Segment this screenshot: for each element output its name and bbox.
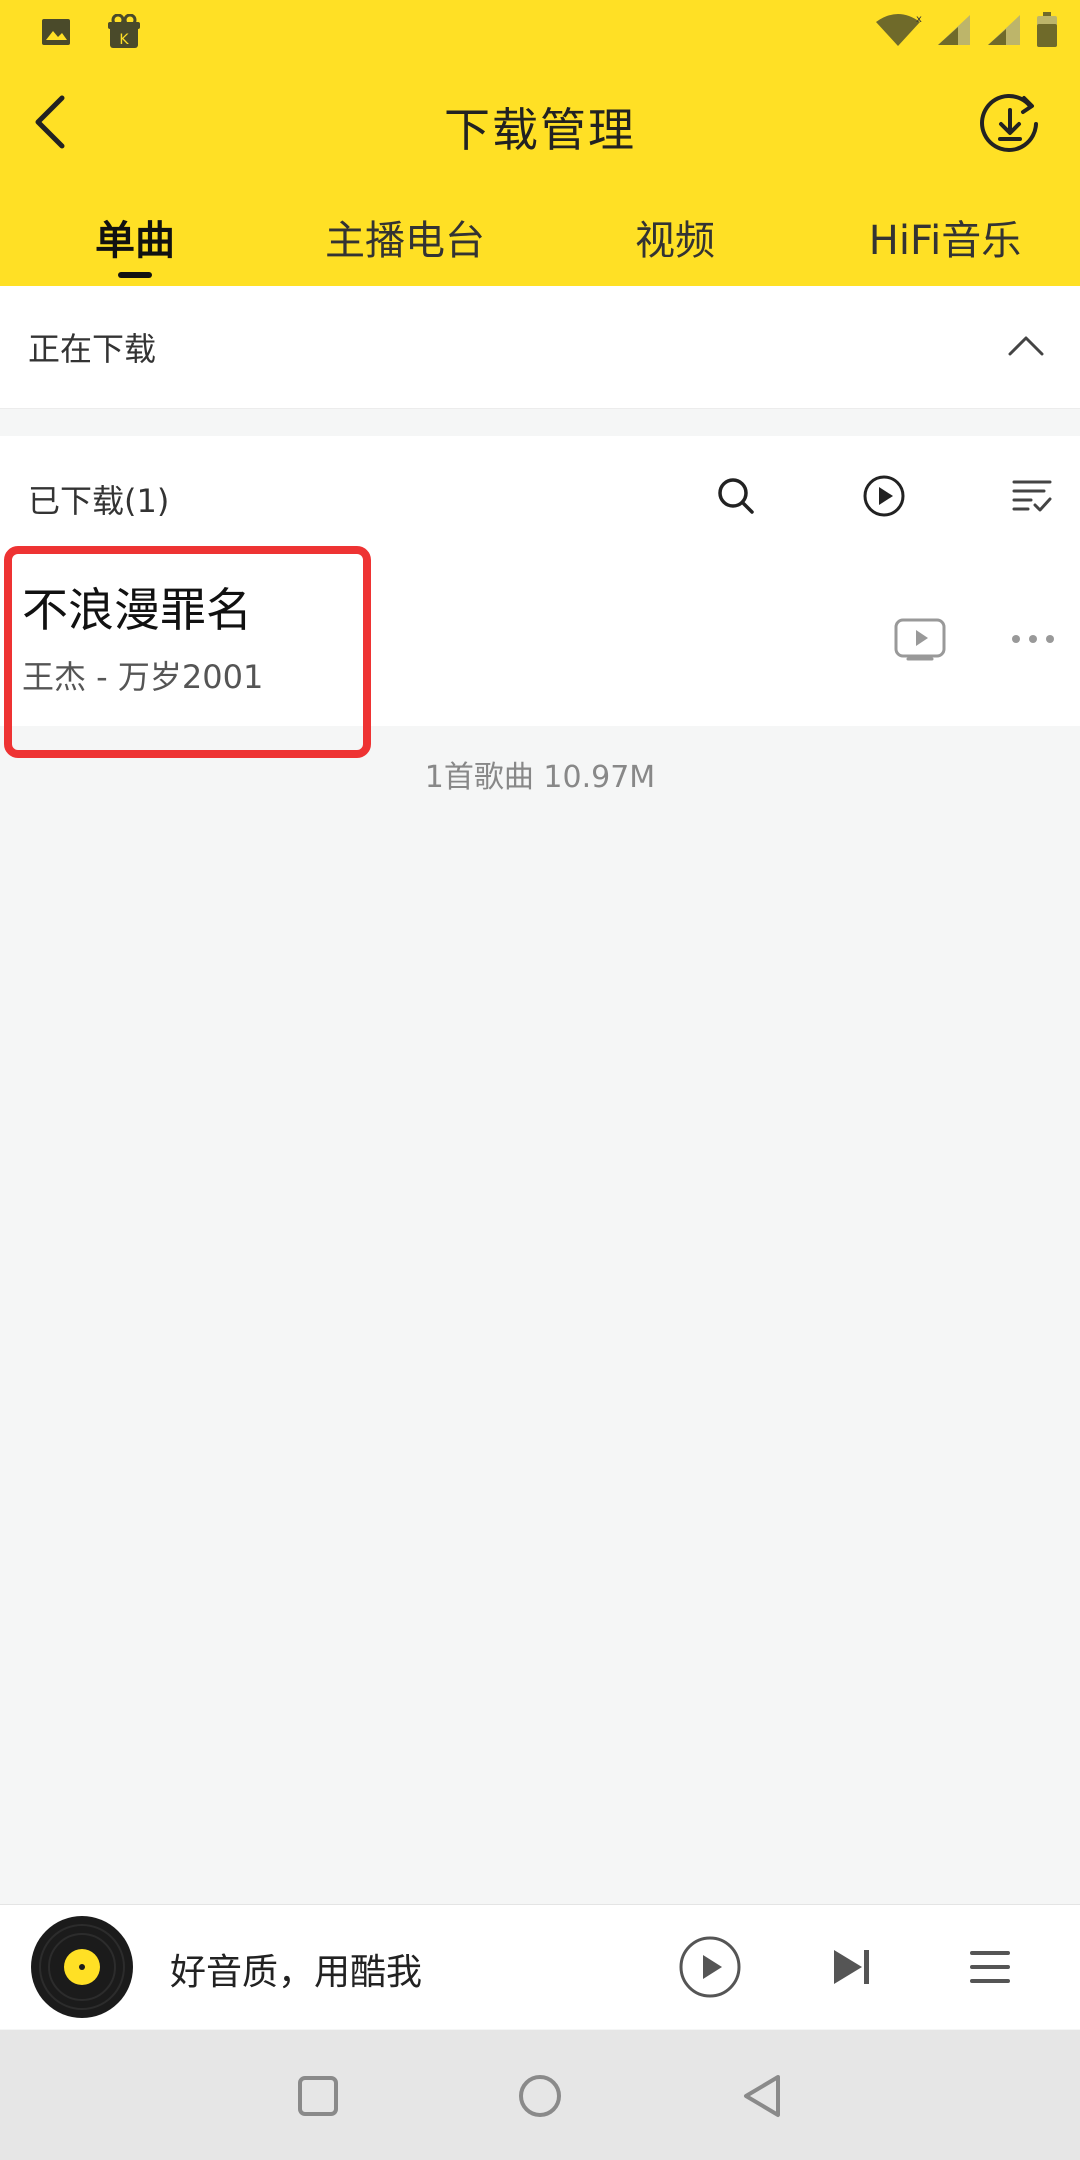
battery-icon <box>1036 12 1058 52</box>
more-dots-icon <box>1012 635 1054 643</box>
signal-icon <box>936 13 972 51</box>
player-play-button[interactable] <box>678 1935 742 1999</box>
song-list-item[interactable]: 不浪漫罪名 王杰 - 万岁2001 <box>0 556 1080 726</box>
sort-button[interactable] <box>1004 468 1060 524</box>
video-play-icon <box>894 618 946 661</box>
player-next-button[interactable] <box>820 1935 884 1999</box>
search-button[interactable] <box>708 468 764 524</box>
page-title: 下载管理 <box>444 103 636 157</box>
play-circle-icon <box>679 1936 741 1998</box>
song-more-button[interactable] <box>1008 616 1058 662</box>
downloaded-header: 已下载(1) <box>0 436 1080 557</box>
tab-indicator <box>118 272 152 278</box>
signal-icon <box>986 13 1022 51</box>
tab-bar: 单曲 主播电台 视频 HiFi音乐 <box>0 196 1080 286</box>
svg-text:x: x <box>916 14 922 25</box>
download-summary: 1首歌曲 10.97M <box>424 760 656 795</box>
album-disc-icon[interactable] <box>30 1915 134 2019</box>
download-refresh-icon <box>980 94 1038 152</box>
play-all-button[interactable] <box>856 468 912 524</box>
tab-radio[interactable]: 主播电台 <box>325 208 485 266</box>
mini-player[interactable]: 好音质，用酷我 <box>0 1904 1080 2029</box>
system-nav-bar <box>0 2030 1080 2160</box>
song-artist-album: 王杰 - 万岁2001 <box>22 658 264 696</box>
home-button[interactable] <box>510 2066 570 2126</box>
title-row: 下载管理 <box>0 80 1080 164</box>
square-icon <box>298 2076 338 2116</box>
image-icon <box>40 16 72 52</box>
wifi-icon: x <box>874 12 922 52</box>
downloading-section[interactable]: 正在下载 <box>0 286 1080 409</box>
chevron-up-icon[interactable] <box>1002 322 1050 370</box>
tab-video[interactable]: 视频 <box>635 208 715 266</box>
circle-icon <box>519 2075 561 2117</box>
downloading-label: 正在下载 <box>28 330 157 368</box>
triangle-back-icon <box>744 2075 780 2117</box>
sort-list-icon <box>1012 480 1052 512</box>
tab-hifi[interactable]: HiFi音乐 <box>869 208 1021 266</box>
tab-singles[interactable]: 单曲 <box>95 208 175 266</box>
song-title: 不浪漫罪名 <box>22 583 252 637</box>
app-header: K x 下载管理 单曲 主播电台 视频 HiFi音乐 <box>0 0 1080 286</box>
download-manager-button[interactable] <box>976 90 1044 158</box>
recent-apps-button[interactable] <box>288 2066 348 2126</box>
menu-list-icon <box>970 1951 1010 1983</box>
play-circle-icon <box>863 475 905 517</box>
app-gift-icon: K <box>106 13 144 54</box>
search-icon <box>718 478 754 514</box>
svg-text:K: K <box>119 32 129 48</box>
song-info: 不浪漫罪名 王杰 - 万岁2001 <box>22 580 263 698</box>
song-video-button[interactable] <box>894 616 948 662</box>
downloaded-label: 已下载(1) <box>28 482 170 520</box>
status-bar: K x <box>0 0 1080 64</box>
player-track-text: 好音质，用酷我 <box>170 1952 423 1993</box>
back-nav-button[interactable] <box>732 2066 792 2126</box>
skip-next-icon <box>834 1950 869 1984</box>
player-playlist-button[interactable] <box>958 1935 1022 1999</box>
